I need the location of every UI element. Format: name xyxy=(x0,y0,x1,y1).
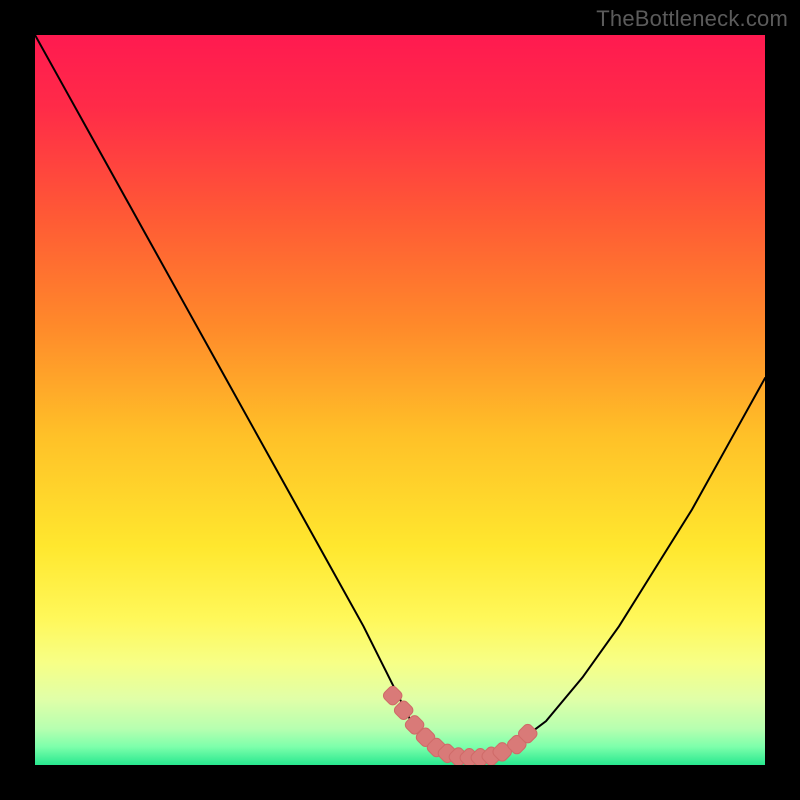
attribution-text: TheBottleneck.com xyxy=(596,6,788,32)
plot-area xyxy=(35,35,765,765)
bottleneck-curve xyxy=(35,35,765,765)
chart-frame: TheBottleneck.com xyxy=(0,0,800,800)
